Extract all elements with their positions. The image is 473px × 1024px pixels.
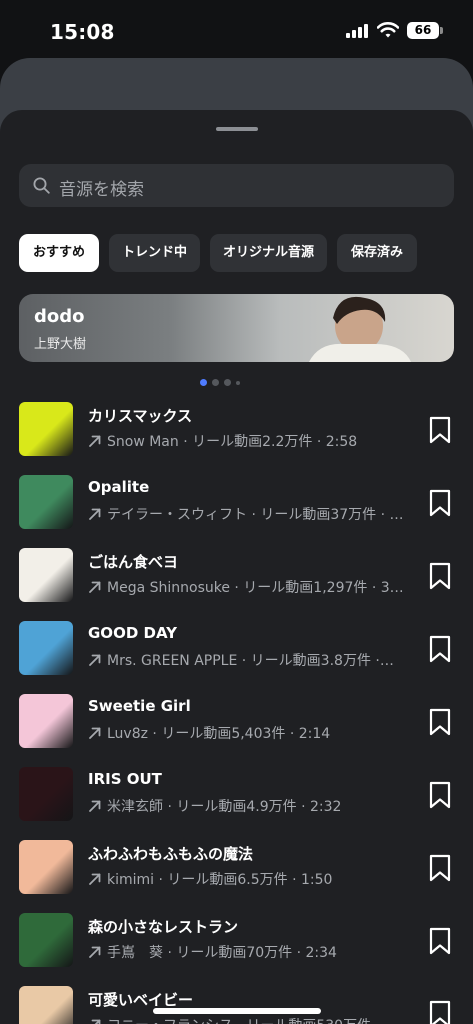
track-subtitle: kimimi · リール動画6.5万件 · 1:50 [88, 869, 410, 889]
status-time: 15:08 [50, 20, 115, 44]
album-cover [19, 840, 73, 894]
track-subtitle: Snow Man · リール動画2.2万件 · 2:58 [88, 431, 410, 451]
track-row[interactable]: Opalite テイラー・スウィフト · リール動画37万件 · 3:… [0, 475, 473, 537]
featured-track-artist: 上野大樹 [34, 337, 87, 352]
album-cover [19, 767, 73, 821]
search-icon [33, 177, 50, 194]
trending-arrow-icon [89, 435, 101, 447]
battery-indicator: 66 [407, 22, 439, 39]
track-meta: Mega Shinnosuke · リール動画1,297件 · 3… [107, 580, 404, 596]
track-subtitle: 米津玄師 · リール動画4.9万件 · 2:32 [88, 796, 410, 816]
tab-trending[interactable]: トレンド中 [109, 234, 200, 272]
album-cover [19, 621, 73, 675]
track-row[interactable]: カリスマックス Snow Man · リール動画2.2万件 · 2:58 [0, 402, 473, 464]
trending-arrow-icon [89, 727, 101, 739]
bookmark-icon[interactable] [428, 489, 452, 517]
album-cover [19, 986, 73, 1024]
search-placeholder: 音源を検索 [59, 180, 144, 200]
track-meta: Snow Man · リール動画2.2万件 · 2:58 [107, 434, 358, 450]
trending-arrow-icon [91, 1019, 101, 1024]
featured-track-banner[interactable]: dodo 上野大樹 [19, 294, 454, 362]
carousel-dot [200, 379, 207, 386]
track-row[interactable]: ごはん食べヨ Mega Shinnosuke · リール動画1,297件 · 3… [0, 548, 473, 610]
track-row[interactable]: 可愛いベイビーコニー・フランシス · リール動画530万件 [0, 986, 473, 1024]
bookmark-icon[interactable] [428, 416, 452, 444]
track-title: ごはん食べヨ [88, 553, 179, 571]
track-meta: 手嶌 葵 · リール動画70万件 · 2:34 [107, 945, 337, 961]
bookmark-icon[interactable] [428, 927, 452, 955]
track-title: 可愛いベイビー [88, 991, 194, 1009]
track-row[interactable]: ふわふわもふもふの魔法 kimimi · リール動画6.5万件 · 1:50 [0, 840, 473, 902]
audio-picker-sheet: 音源を検索 おすすめ トレンド中 オリジナル音源 保存済み dodo 上野大樹 … [0, 110, 473, 1024]
bookmark-icon[interactable] [428, 635, 452, 663]
trending-arrow-icon [89, 873, 101, 885]
track-subtitle: Mrs. GREEN APPLE · リール動画3.8万件 ·… [88, 650, 410, 670]
track-title: ふわふわもふもふの魔法 [88, 845, 254, 863]
sheet-grabber[interactable] [216, 127, 258, 131]
track-subtitle: テイラー・スウィフト · リール動画37万件 · 3:… [88, 504, 410, 524]
track-row[interactable]: GOOD DAY Mrs. GREEN APPLE · リール動画3.8万件 ·… [0, 621, 473, 683]
track-row[interactable]: IRIS OUT 米津玄師 · リール動画4.9万件 · 2:32 [0, 767, 473, 829]
bookmark-icon[interactable] [428, 562, 452, 590]
track-title: IRIS OUT [88, 770, 162, 788]
search-input[interactable]: 音源を検索 [19, 164, 454, 207]
featured-track-title: dodo [34, 306, 85, 327]
wifi-icon [377, 22, 399, 38]
trending-arrow-icon [89, 581, 101, 593]
album-cover [19, 913, 73, 967]
track-title: GOOD DAY [88, 624, 177, 642]
cellular-signal-icon [346, 24, 370, 38]
track-title: Opalite [88, 478, 150, 496]
bookmark-icon[interactable] [428, 708, 452, 736]
trending-arrow-icon [89, 946, 101, 958]
track-meta: Mrs. GREEN APPLE · リール動画3.8万件 ·… [107, 653, 394, 669]
trending-arrow-icon [89, 654, 101, 666]
track-title: カリスマックス [88, 407, 193, 425]
track-subtitle: Mega Shinnosuke · リール動画1,297件 · 3… [88, 577, 410, 597]
track-row[interactable]: 森の小さなレストラン手嶌 葵 · リール動画70万件 · 2:34 [0, 913, 473, 975]
track-meta: テイラー・スウィフト · リール動画37万件 · 3:… [107, 507, 410, 523]
tab-recommended[interactable]: おすすめ [19, 234, 99, 272]
track-subtitle: 手嶌 葵 · リール動画70万件 · 2:34 [88, 942, 410, 962]
album-cover [19, 694, 73, 748]
track-meta: Luv8z · リール動画5,403件 · 2:14 [107, 726, 331, 742]
album-cover [19, 402, 73, 456]
bookmark-icon[interactable] [428, 854, 452, 882]
bookmark-icon[interactable] [428, 1000, 452, 1024]
track-row[interactable]: Sweetie Girl Luv8z · リール動画5,403件 · 2:14 [0, 694, 473, 756]
track-meta: 米津玄師 · リール動画4.9万件 · 2:32 [107, 799, 342, 815]
track-meta: コニー・フランシス · リール動画530万件 [107, 1018, 371, 1024]
track-subtitle: Luv8z · リール動画5,403件 · 2:14 [88, 723, 410, 743]
status-bar: 15:08 66 [0, 0, 473, 58]
bookmark-icon[interactable] [428, 781, 452, 809]
carousel-dot [236, 381, 240, 385]
track-meta: kimimi · リール動画6.5万件 · 1:50 [107, 872, 333, 888]
featured-artist-image [309, 296, 411, 362]
tab-original-audio[interactable]: オリジナル音源 [210, 234, 327, 272]
battery-nub [440, 27, 443, 34]
trending-arrow-icon [89, 508, 101, 520]
home-indicator [153, 1008, 321, 1014]
track-subtitle: コニー・フランシス · リール動画530万件 [88, 1015, 410, 1024]
tab-saved[interactable]: 保存済み [337, 234, 417, 272]
album-cover [19, 475, 73, 529]
album-cover [19, 548, 73, 602]
trending-arrow-icon [89, 800, 101, 812]
carousel-dot [212, 379, 219, 386]
track-title: Sweetie Girl [88, 697, 191, 715]
carousel-dot [224, 379, 231, 386]
track-title: 森の小さなレストラン [88, 918, 239, 936]
